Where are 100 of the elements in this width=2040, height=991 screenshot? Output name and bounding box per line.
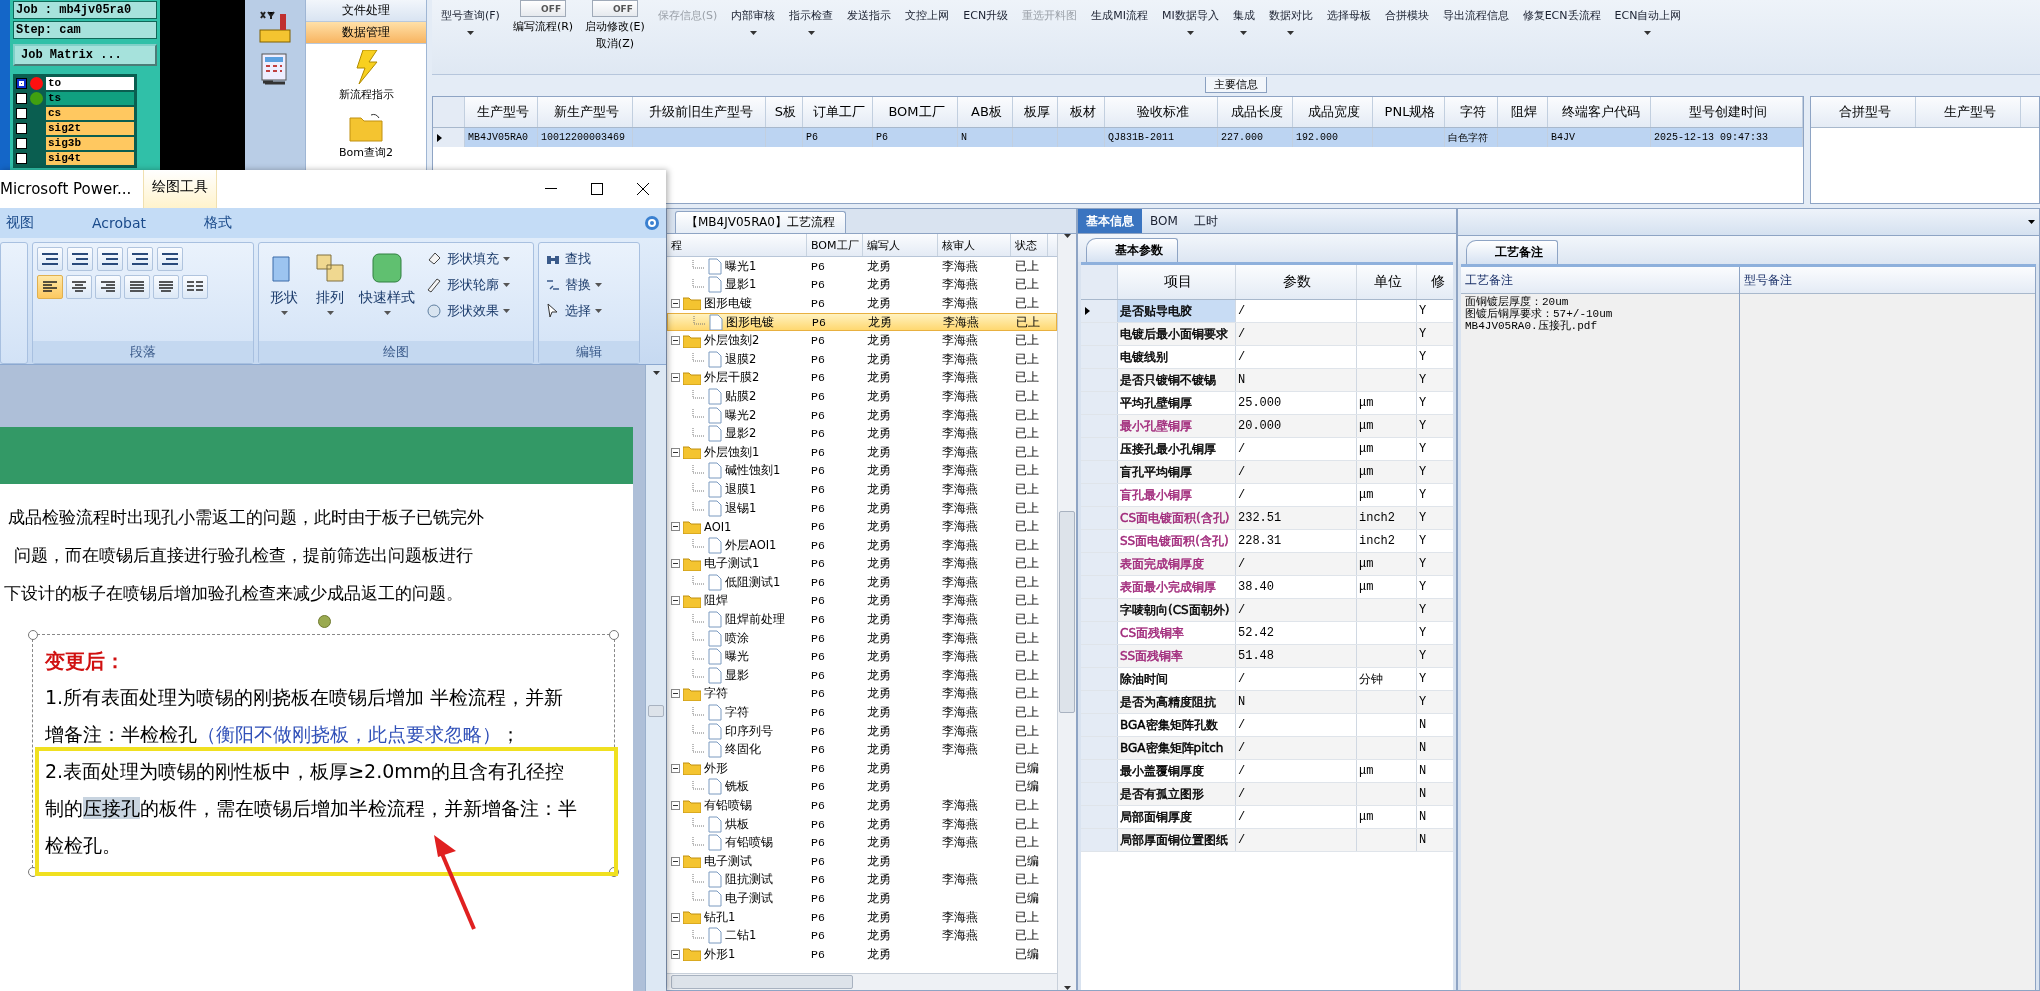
ribbon-button[interactable]: 形状轮廓 — [423, 273, 512, 297]
toolbar-button[interactable]: 指示检查 — [784, 0, 839, 60]
align-button[interactable] — [95, 275, 121, 299]
numbered-list-button[interactable] — [67, 247, 93, 271]
layer-checkbox[interactable] — [16, 138, 27, 149]
layer-checkbox[interactable] — [16, 78, 27, 89]
tab[interactable]: 工时 — [1185, 209, 1226, 233]
ribbon-button[interactable]: 排列 — [309, 247, 351, 337]
layer-name[interactable]: sig4t — [46, 152, 134, 165]
collapse-icon[interactable] — [671, 522, 680, 532]
toolbar-button[interactable]: 文控上网 — [900, 0, 955, 60]
scroll-thumb[interactable] — [671, 975, 853, 989]
column-header[interactable]: 阻焊 — [1498, 97, 1548, 127]
column-header[interactable]: 程 — [667, 234, 807, 256]
help-icon[interactable] — [644, 215, 660, 231]
context-tab[interactable]: 绘图工具 — [143, 170, 218, 208]
collapse-icon[interactable] — [671, 373, 680, 383]
column-header[interactable]: 项目 — [1118, 265, 1236, 299]
column-header[interactable]: PNL规格 — [1373, 97, 1445, 127]
ribbon-button[interactable]: 查找 — [543, 247, 635, 271]
resize-handle[interactable] — [609, 630, 619, 640]
layer-name[interactable]: ts — [46, 92, 134, 105]
panel-tab[interactable]: 【MB4JV05RA0】工艺流程 — [675, 211, 846, 233]
align-button[interactable] — [124, 275, 150, 299]
toolbar-button[interactable]: 内部审核 — [726, 0, 781, 60]
column-header[interactable]: 生产型号 — [1916, 97, 2021, 127]
ribbon-button[interactable]: 形状效果 — [423, 299, 512, 323]
rotate-handle[interactable] — [317, 615, 331, 628]
column-header[interactable]: 板材 — [1058, 97, 1105, 127]
layer-name[interactable]: sig2t — [46, 122, 134, 135]
column-header[interactable]: 新生产型号 — [538, 97, 633, 127]
nav-section[interactable]: 数据管理 — [306, 22, 426, 44]
toolbar-button[interactable]: 修复ECN丢流程 — [1517, 0, 1606, 60]
scrollbar[interactable] — [645, 365, 666, 991]
toggle-switch[interactable]: OFF — [520, 0, 567, 17]
column-header[interactable]: 单位 — [1357, 265, 1417, 299]
scroll-thumb[interactable] — [1059, 511, 1075, 713]
ribbon-button[interactable]: 选择 — [543, 299, 635, 323]
collapse-icon[interactable] — [671, 596, 680, 606]
column-header[interactable]: 参数 — [1236, 265, 1357, 299]
memo-field[interactable] — [1740, 294, 2035, 990]
toolbar-button[interactable]: 选择母板 — [1321, 0, 1376, 60]
collapse-icon[interactable] — [671, 299, 680, 308]
layer-name[interactable]: cs — [46, 107, 134, 120]
column-header[interactable]: 升级前旧生产型号 — [633, 97, 766, 127]
tab[interactable]: BOM — [1142, 209, 1186, 233]
job-matrix-button[interactable]: Job Matrix ... — [13, 44, 157, 66]
scrollbar[interactable] — [1057, 234, 1076, 990]
column-header[interactable]: 核审人 — [938, 234, 1011, 256]
toolbar-button[interactable]: 数据对比 — [1263, 0, 1318, 60]
column-header[interactable]: 板厚 — [1013, 97, 1058, 127]
toolbar-button[interactable]: 集成 — [1227, 0, 1260, 60]
collapse-icon[interactable] — [671, 689, 680, 699]
collapse-icon[interactable] — [671, 912, 680, 922]
tab[interactable]: 基本信息 — [1078, 209, 1142, 233]
toolbar-button[interactable]: 导出流程信息 — [1437, 0, 1514, 60]
collapse-icon[interactable] — [671, 763, 680, 773]
column-header[interactable]: 订单工厂 — [803, 97, 873, 127]
table-row[interactable]: MB4JV05RA0 10012200003469 P6 P6 N QJ831B-2011 227.000 192.000 白色字符 B4JV 2025-12-13 09:47:33 — [433, 128, 1803, 147]
column-header[interactable]: 生产型号 — [465, 97, 538, 127]
row-header[interactable] — [1081, 300, 1118, 322]
toolbar-button[interactable]: ECN自动上网 — [1609, 0, 1687, 60]
resize-handle[interactable] — [28, 630, 38, 640]
column-header[interactable]: 终端客户代码 — [1548, 97, 1651, 127]
layer-name[interactable]: to — [46, 77, 134, 90]
nav-item-label[interactable]: Bom查询2 — [339, 145, 393, 160]
scroll-thumb[interactable] — [648, 705, 664, 717]
toolbar-button[interactable]: ECN升级 — [958, 0, 1014, 60]
resize-handle[interactable] — [28, 867, 38, 877]
collapse-icon[interactable] — [671, 447, 680, 457]
column-header[interactable]: 成品长度 — [1218, 97, 1293, 127]
scrollbar[interactable] — [667, 973, 1057, 990]
ribbon-button[interactable]: 快速样式 — [355, 247, 419, 337]
ribbon-button[interactable]: 形状 — [263, 247, 305, 337]
column-header[interactable]: 合拼型号 — [1811, 97, 1916, 127]
ribbon-button[interactable]: 替换 — [543, 273, 635, 297]
toggle-switch[interactable]: OFF — [591, 0, 638, 17]
column-header[interactable]: 字符 — [1445, 97, 1498, 127]
layer-checkbox[interactable] — [16, 153, 27, 164]
ribbon-button[interactable]: 形状填充 — [423, 247, 512, 271]
outdent-button[interactable] — [97, 247, 123, 271]
collapse-icon[interactable] — [671, 801, 680, 810]
nav-item-label[interactable]: 新流程指示 — [338, 87, 394, 102]
column-header[interactable]: AB板 — [958, 97, 1013, 127]
align-button[interactable] — [37, 275, 63, 299]
toolbar-button[interactable]: 合拼模块 — [1379, 0, 1434, 60]
layer-checkbox[interactable] — [16, 108, 27, 119]
column-header[interactable]: 编写人 — [863, 234, 938, 256]
column-header[interactable]: 型号创建时间 — [1651, 97, 1803, 127]
layer-checkbox[interactable] — [16, 123, 27, 134]
tab[interactable]: 工艺备注 — [1466, 240, 1558, 264]
indent-button[interactable] — [127, 247, 153, 271]
collapse-icon[interactable] — [671, 559, 680, 569]
column-header[interactable]: 成品宽度 — [1293, 97, 1373, 127]
ribbon-tab[interactable]: Acrobat — [86, 215, 172, 231]
align-button[interactable] — [66, 275, 92, 299]
toolbar-button[interactable]: 发送指示 — [842, 0, 897, 60]
memo-field[interactable]: 面铜镀层厚度：20um 图镀后铜厚要求：57+/-10um MB4JV05RA0.压接孔.pdf — [1461, 294, 1739, 990]
bullet-list-button[interactable] — [37, 247, 63, 271]
columns-button[interactable] — [182, 275, 208, 299]
